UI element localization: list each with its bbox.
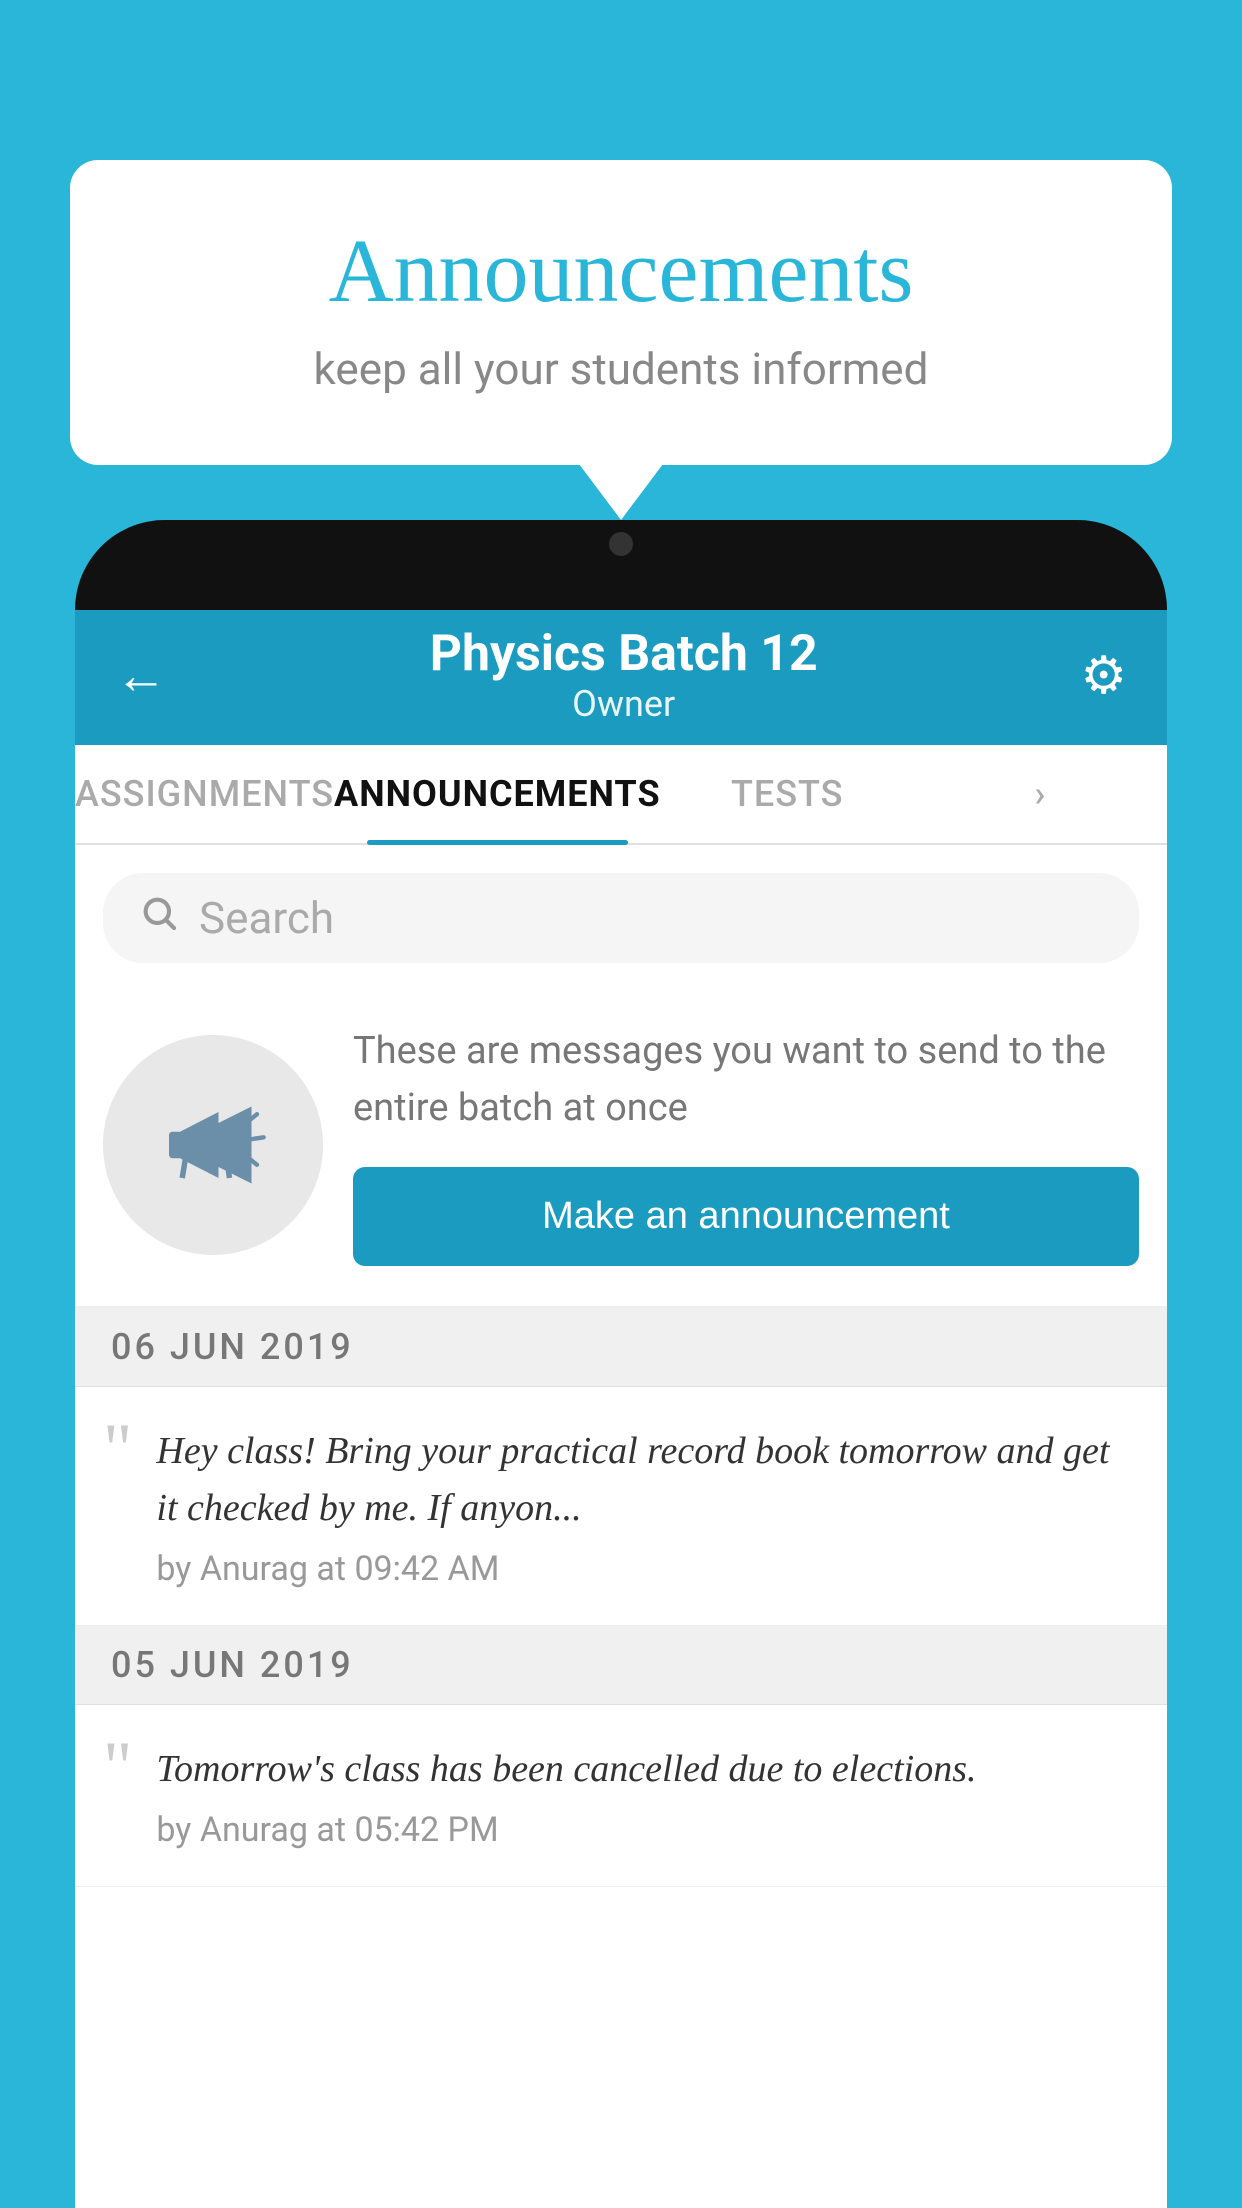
tab-assignments[interactable]: ASSIGNMENTS — [75, 743, 334, 845]
speech-bubble-title: Announcements — [150, 220, 1092, 323]
announcement-content-2: Tomorrow's class has been cancelled due … — [156, 1741, 1139, 1850]
phone-notch — [561, 520, 681, 562]
phone-frame: 14:29 ▾▾ ▲ ▮ ← Physics Batch 12 Owner ⚙ … — [75, 520, 1167, 2208]
settings-button[interactable]: ⚙ — [1080, 645, 1127, 706]
app-header: ← Physics Batch 12 Owner ⚙ — [75, 605, 1167, 745]
tabs-bar: ASSIGNMENTS ANNOUNCEMENTS TESTS › — [75, 745, 1167, 845]
announcement-meta-2: by Anurag at 05:42 PM — [156, 1810, 1139, 1850]
back-button[interactable]: ← — [115, 645, 167, 706]
tab-more[interactable]: › — [914, 743, 1167, 845]
search-icon — [139, 892, 179, 944]
announcement-text-1: Hey class! Bring your practical record b… — [156, 1423, 1139, 1537]
date-separator-1: 06 JUN 2019 — [75, 1308, 1167, 1387]
quote-icon-2: " — [103, 1731, 132, 1803]
batch-role: Owner — [430, 683, 818, 725]
date-separator-2: 05 JUN 2019 — [75, 1626, 1167, 1705]
batch-title: Physics Batch 12 — [430, 625, 818, 683]
announcement-text-2: Tomorrow's class has been cancelled due … — [156, 1741, 1139, 1798]
announcement-meta-1: by Anurag at 09:42 AM — [156, 1549, 1139, 1589]
content-area: Search These are messages you w — [75, 845, 1167, 2208]
announcement-content-1: Hey class! Bring your practical record b… — [156, 1423, 1139, 1589]
phone-notch-area — [75, 520, 1167, 610]
announcement-right: These are messages you want to send to t… — [353, 1023, 1139, 1266]
speech-bubble: Announcements keep all your students inf… — [70, 160, 1172, 465]
search-placeholder: Search — [199, 892, 334, 944]
make-announcement-button[interactable]: Make an announcement — [353, 1167, 1139, 1266]
announcement-icon-circle — [103, 1035, 323, 1255]
megaphone-icon — [158, 1090, 268, 1200]
search-bar[interactable]: Search — [103, 873, 1139, 963]
tab-announcements[interactable]: ANNOUNCEMENTS — [334, 743, 661, 845]
announcement-cta: These are messages you want to send to t… — [75, 983, 1167, 1308]
announcement-item-2: " Tomorrow's class has been cancelled du… — [75, 1705, 1167, 1887]
header-center: Physics Batch 12 Owner — [430, 625, 818, 725]
speech-bubble-subtitle: keep all your students informed — [150, 343, 1092, 395]
speech-bubble-container: Announcements keep all your students inf… — [70, 160, 1172, 465]
tab-tests[interactable]: TESTS — [661, 743, 914, 845]
phone-camera — [609, 532, 633, 556]
announcement-item-1: " Hey class! Bring your practical record… — [75, 1387, 1167, 1626]
announcement-description: These are messages you want to send to t… — [353, 1023, 1139, 1137]
search-container: Search — [75, 845, 1167, 983]
quote-icon-1: " — [103, 1413, 132, 1485]
